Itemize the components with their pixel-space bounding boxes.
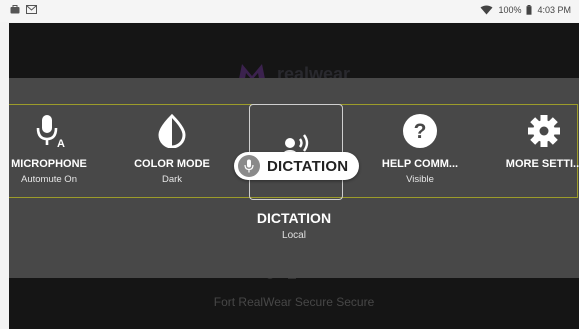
help-icon: ? [403, 114, 437, 148]
briefcase-icon [10, 5, 20, 14]
background-footer-text: Fort RealWear Secure Secure [213, 295, 375, 309]
status-notifications [10, 5, 37, 14]
color-mode-setting[interactable]: COLOR MODE Dark [125, 105, 219, 197]
battery-percent: 100% [498, 5, 522, 15]
help-commands-label: HELP COMM... [381, 158, 459, 170]
svg-text:A: A [57, 138, 65, 149]
voice-command-pill[interactable]: DICTATION [234, 152, 359, 180]
battery-icon [526, 5, 532, 15]
status-system: 100% 4:03 PM [480, 5, 571, 15]
color-mode-label: COLOR MODE [134, 158, 210, 170]
status-bar: 100% 4:03 PM [0, 0, 579, 22]
microphone-label: MICROPHONE [11, 158, 87, 170]
color-mode-value: Dark [161, 174, 183, 185]
microphone-setting[interactable]: A MICROPHONE Automute On [9, 105, 96, 197]
microphone-value: Automute On [21, 174, 77, 185]
more-settings-label: MORE SETTI... [505, 158, 579, 170]
device-screen: realwear Fort RealWear Secure Secure A M… [9, 23, 579, 329]
voice-command-text: DICTATION [267, 157, 349, 175]
more-settings-setting[interactable]: MORE SETTI... [497, 105, 579, 197]
mail-icon [26, 5, 37, 14]
selected-setting-value: Local [282, 230, 306, 241]
settings-carousel: A MICROPHONE Automute On COLOR MODE Dark [9, 104, 579, 200]
wifi-icon [480, 5, 493, 15]
help-commands-setting[interactable]: ? HELP COMM... Visible [373, 105, 467, 197]
quick-settings-panel: A MICROPHONE Automute On COLOR MODE Dark [9, 78, 579, 278]
svg-text:?: ? [414, 120, 427, 143]
color-mode-icon [158, 114, 186, 148]
help-commands-value: Visible [406, 174, 434, 185]
microphone-icon: A [36, 115, 65, 149]
selected-setting-title: DICTATION [256, 210, 332, 226]
pill-microphone-icon [244, 159, 254, 173]
clock: 4:03 PM [537, 5, 571, 15]
pill-mic-badge [238, 155, 260, 177]
gear-icon [528, 115, 560, 147]
